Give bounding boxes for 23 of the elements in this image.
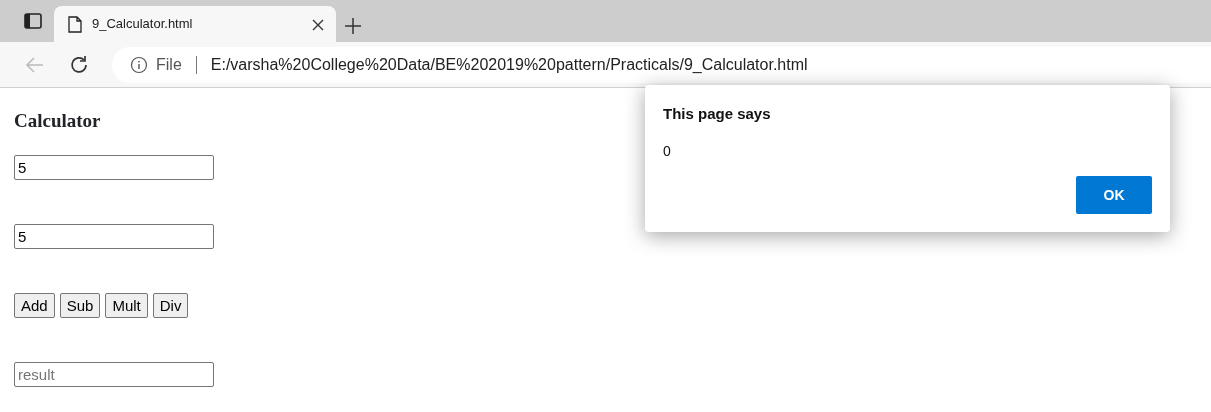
dialog-message: 0 [663, 142, 672, 161]
operation-button[interactable]: Add [14, 292, 55, 318]
dialog-title: This page says [663, 105, 772, 123]
info-icon[interactable] [130, 55, 148, 74]
plus-icon [344, 16, 362, 35]
tab-actions-icon[interactable] [24, 13, 42, 29]
reload-icon [68, 53, 90, 76]
url-text: E:/varsha%20College%20Data/BE%202019%20pattern/Practicals/9_Calculator.html [210, 54, 808, 75]
result-input[interactable]: result [14, 361, 214, 387]
close-icon [312, 19, 324, 32]
browser-tab[interactable]: 9_Calculator.html [54, 6, 336, 42]
number-input[interactable]: 5 [14, 223, 214, 249]
operation-button[interactable]: Div [152, 292, 189, 318]
address-bar[interactable]: File E:/varsha%20College%20Data/BE%202019%20pattern/Practicals/9_Calculator.html [112, 46, 1211, 83]
ok-button[interactable]: OK [1076, 176, 1152, 214]
operation-button[interactable]: Mult [105, 292, 148, 318]
tab-title: 9_Calculator.html [92, 15, 194, 34]
page-heading: Calculator [14, 110, 101, 133]
reload-button[interactable] [68, 53, 90, 76]
scheme-label: File [156, 54, 182, 75]
page-icon [68, 15, 82, 33]
number-input[interactable]: 5 [14, 154, 214, 180]
operation-button[interactable]: Sub [59, 292, 101, 318]
